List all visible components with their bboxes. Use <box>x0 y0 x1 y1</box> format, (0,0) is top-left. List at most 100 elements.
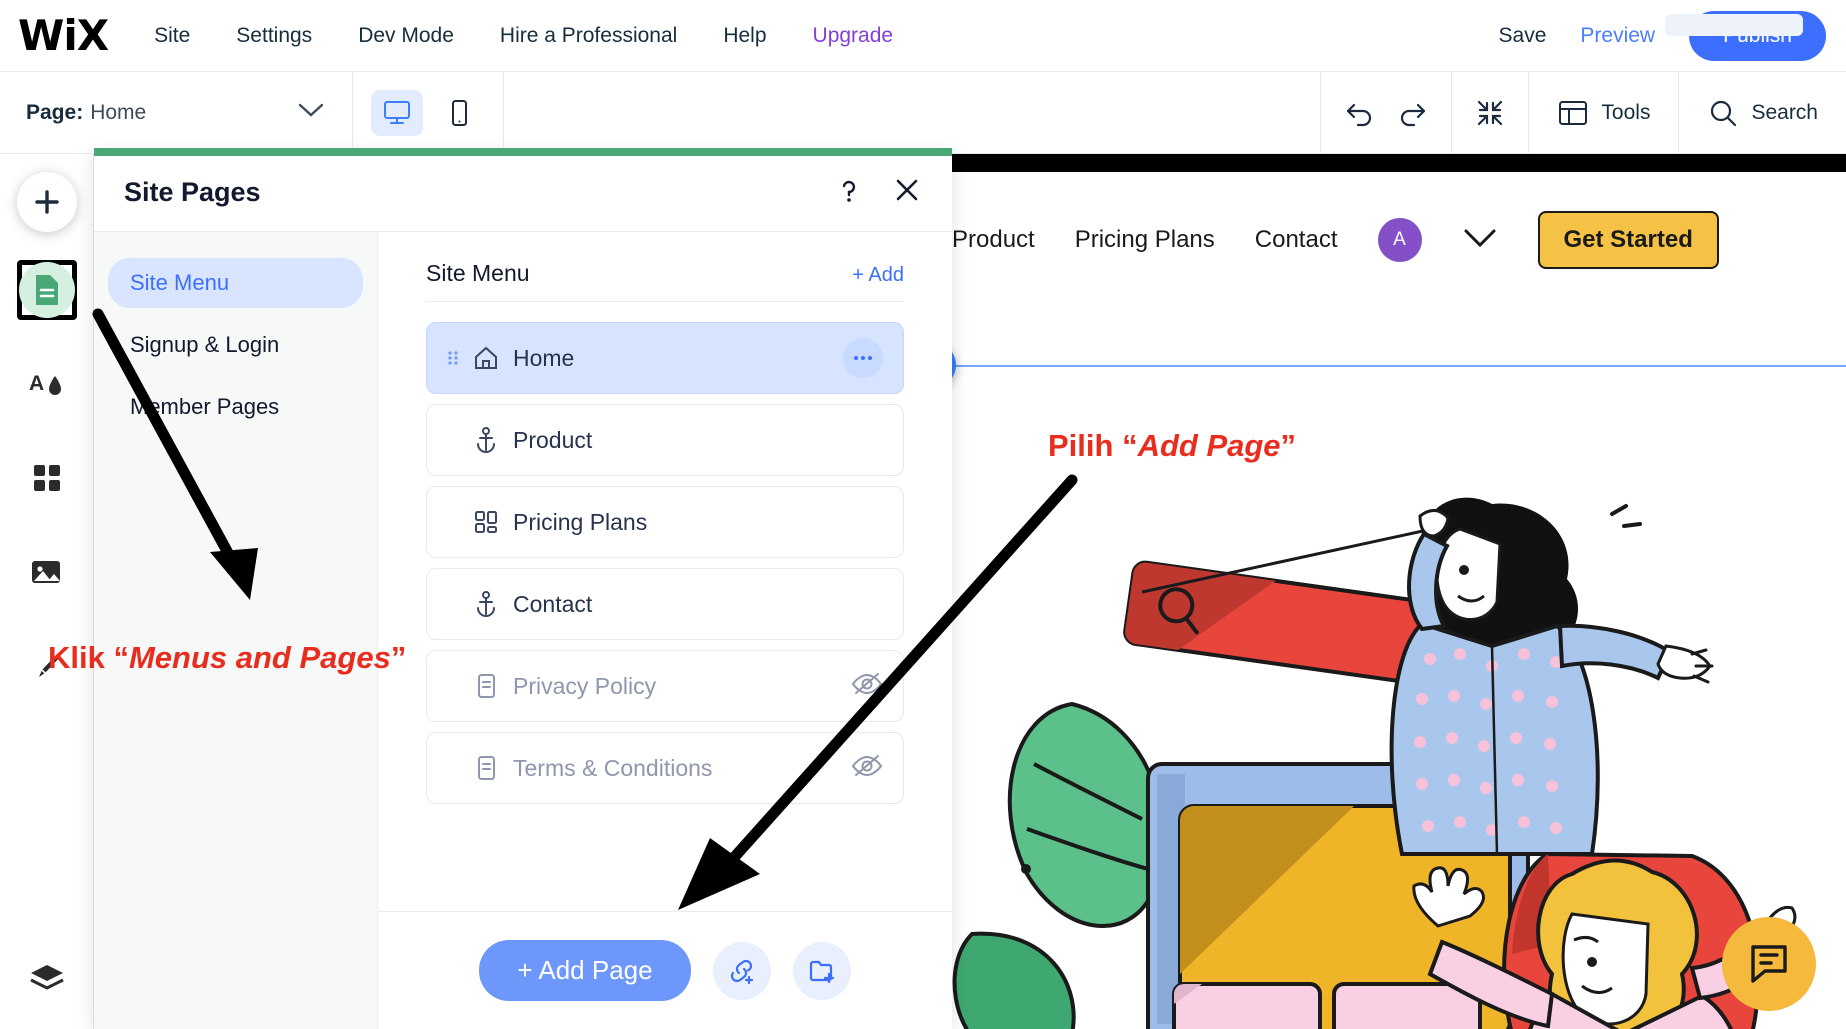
svg-text:A: A <box>29 372 44 395</box>
panel-footer: + Add Page <box>378 911 952 1029</box>
panel-main: Site Menu + Add <box>378 232 952 1029</box>
page-row-privacy-policy[interactable]: Privacy Policy <box>426 650 904 722</box>
mobile-icon <box>447 98 471 128</box>
sidebar-item-my-media[interactable] <box>17 542 77 602</box>
add-menu-item-button[interactable]: + Add <box>852 264 904 287</box>
page-row-actions <box>851 754 883 783</box>
question-mark-icon[interactable] <box>834 175 864 210</box>
wix-logo[interactable]: WiX <box>18 15 108 57</box>
page-row-label: Pricing Plans <box>513 509 647 536</box>
page-row-product[interactable]: Product <box>426 404 904 476</box>
panel-body: Site Menu Signup & Login Member Pages Si… <box>94 232 952 1029</box>
menu-item-upgrade[interactable]: Upgrade <box>813 24 894 48</box>
theme-icon: A <box>29 368 65 400</box>
site-nav-link-product[interactable]: Product <box>952 226 1035 254</box>
sidebar-item-signup-login[interactable]: Signup & Login <box>108 320 363 370</box>
add-elements-button[interactable] <box>17 172 77 232</box>
sidebar-item-site-menu[interactable]: Site Menu <box>108 258 363 308</box>
sidebar-item-member-pages[interactable]: Member Pages <box>108 382 363 432</box>
pen-icon <box>31 650 63 682</box>
desktop-icon <box>382 99 412 127</box>
section-title: Site Menu <box>426 260 530 287</box>
sidebar-item-add-apps[interactable] <box>17 448 77 508</box>
apps-icon <box>32 463 62 493</box>
layers-icon <box>28 962 66 994</box>
chevron-down-icon[interactable] <box>1462 227 1498 254</box>
menu-item-site[interactable]: Site <box>154 24 190 48</box>
more-options-button[interactable] <box>843 338 883 378</box>
sidebar-item-menus-and-pages[interactable] <box>17 260 77 320</box>
tools-icon <box>1557 98 1589 128</box>
hidden-eye-icon[interactable] <box>851 672 883 701</box>
sub-toolbar: Page: Home <box>0 72 1846 154</box>
page-row-terms-and-conditions[interactable]: Terms & Conditions <box>426 732 904 804</box>
tools-button[interactable]: Tools <box>1529 72 1678 153</box>
site-pages-panel: Site Pages Site Menu Signup & Log <box>94 154 952 1029</box>
site-nav-link-pricing-plans[interactable]: Pricing Plans <box>1075 226 1215 254</box>
sidebar-item-layers[interactable] <box>28 962 66 999</box>
canvas-top-strip <box>952 154 1846 172</box>
preview-button[interactable]: Preview <box>1580 24 1655 48</box>
hero-illustration <box>952 474 1846 1029</box>
add-page-button[interactable]: + Add Page <box>479 940 690 1001</box>
page-row-label: Privacy Policy <box>513 673 656 700</box>
chat-icon <box>1747 943 1791 985</box>
redo-button[interactable] <box>1395 98 1429 128</box>
tools-label: Tools <box>1601 101 1650 125</box>
anchor-icon <box>469 590 503 618</box>
left-tool-rail: A <box>0 154 94 1029</box>
add-link-button[interactable] <box>713 942 771 1000</box>
menu-item-help[interactable]: Help <box>723 24 766 48</box>
folder-plus-icon <box>807 956 837 986</box>
viewport-toggle <box>353 90 503 136</box>
menu-item-dev-mode[interactable]: Dev Mode <box>358 24 454 48</box>
page-selector[interactable]: Page: Home <box>0 72 352 153</box>
link-plus-icon <box>727 956 757 986</box>
zoom-out-button[interactable] <box>1474 97 1506 129</box>
site-navigation: Product Pricing Plans Contact A Get Star… <box>952 202 1846 278</box>
page-title: Site Pages <box>124 177 261 208</box>
page-row-actions <box>843 338 883 378</box>
desktop-view-button[interactable] <box>371 90 423 136</box>
hidden-eye-icon[interactable] <box>851 754 883 783</box>
undo-button[interactable] <box>1343 98 1377 128</box>
document-icon <box>469 672 503 700</box>
get-started-button[interactable]: Get Started <box>1538 211 1719 269</box>
tooltip-stub <box>1665 14 1803 36</box>
mobile-view-button[interactable] <box>433 90 485 136</box>
document-icon <box>469 754 503 782</box>
panel-sidebar: Site Menu Signup & Login Member Pages <box>94 232 378 1029</box>
anchor-icon <box>469 426 503 454</box>
panel-header: Site Pages <box>94 154 952 232</box>
page-row-home[interactable]: Home <box>426 322 904 394</box>
site-nav-link-contact[interactable]: Contact <box>1255 226 1338 254</box>
drag-handle-icon[interactable] <box>447 348 461 368</box>
page-row-label: Contact <box>513 591 592 618</box>
add-section-line <box>952 365 1846 367</box>
site-preview-canvas[interactable]: Product Pricing Plans Contact A Get Star… <box>952 154 1846 1029</box>
divider <box>503 72 504 153</box>
close-icon[interactable] <box>892 175 922 210</box>
chevron-down-icon <box>298 102 324 123</box>
menu-item-settings[interactable]: Settings <box>236 24 312 48</box>
search-button[interactable]: Search <box>1679 72 1846 153</box>
sidebar-item-site-design[interactable]: A <box>17 354 77 414</box>
redo-icon <box>1395 98 1429 128</box>
page-row-contact[interactable]: Contact <box>426 568 904 640</box>
top-menu: Site Settings Dev Mode Hire a Profession… <box>154 24 893 48</box>
page-row-pricing-plans[interactable]: Pricing Plans <box>426 486 904 558</box>
add-folder-button[interactable] <box>793 942 851 1000</box>
grid-icon <box>469 509 503 535</box>
section-header: Site Menu + Add <box>426 232 904 302</box>
zoom-group <box>1452 72 1528 153</box>
pages-icon <box>32 273 62 307</box>
chat-button[interactable] <box>1722 917 1816 1011</box>
plus-icon <box>32 187 62 217</box>
sidebar-item-blog[interactable] <box>17 636 77 696</box>
menu-item-hire-a-professional[interactable]: Hire a Professional <box>500 24 677 48</box>
avatar[interactable]: A <box>1378 218 1422 262</box>
add-section-button[interactable] <box>952 342 956 388</box>
page-row-label: Home <box>513 345 574 372</box>
home-icon <box>469 345 503 371</box>
save-button[interactable]: Save <box>1499 24 1547 48</box>
